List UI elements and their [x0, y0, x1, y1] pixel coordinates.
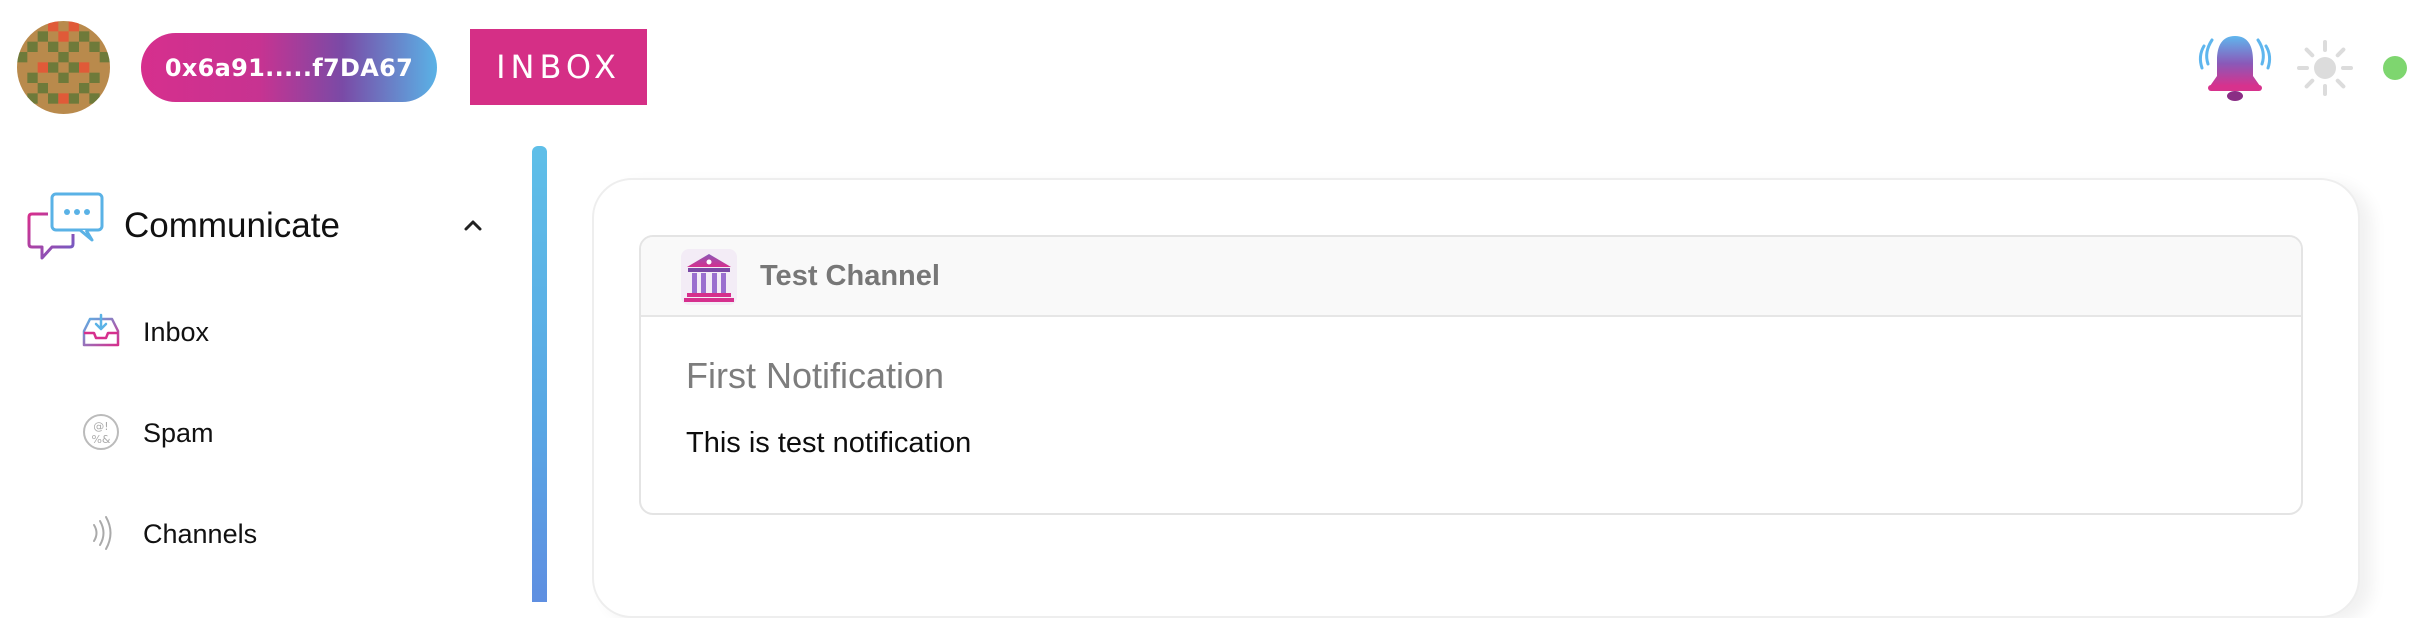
sidebar-scrollbar[interactable]	[532, 146, 547, 602]
notification-card[interactable]: Test Channel First Notification This is …	[639, 235, 2303, 515]
theme-toggle-button[interactable]	[2296, 39, 2354, 97]
bank-building-icon[interactable]	[681, 249, 737, 305]
svg-text:@!: @!	[93, 420, 108, 433]
page-title: INBOX	[496, 48, 621, 86]
notifications-button[interactable]	[2196, 30, 2274, 106]
chevron-up-icon[interactable]	[458, 210, 488, 240]
page-title-badge: INBOX	[470, 29, 647, 105]
sidebar-item-label: Spam	[143, 418, 214, 448]
inbox-panel: Test Channel First Notification This is …	[592, 178, 2360, 618]
bell-icon	[2198, 36, 2272, 101]
avatar[interactable]	[17, 21, 110, 114]
sidebar-item-label: Channels	[143, 519, 258, 549]
sidebar-item-channels[interactable]: Channels	[80, 503, 500, 563]
connection-status-dot	[2383, 56, 2407, 80]
chat-bubbles-icon	[27, 192, 104, 260]
wallet-address-button[interactable]: 0x6a91.....f7DA67	[141, 33, 437, 102]
sidebar-item-label: Inbox	[143, 317, 210, 347]
notification-header: Test Channel	[641, 237, 2301, 317]
top-bar: 0x6a91.....f7DA67 INBOX	[0, 0, 2424, 134]
sidebar-item-inbox[interactable]: Inbox	[80, 301, 500, 361]
svg-text:%&: %&	[91, 433, 110, 446]
sidebar: Communicate Inbox @! %& Spam Channels	[0, 134, 530, 602]
broadcast-icon	[93, 516, 112, 550]
inbox-tray-icon	[82, 313, 120, 347]
identicon-avatar	[17, 21, 110, 114]
sidebar-item-spam[interactable]: @! %& Spam	[80, 402, 500, 462]
communicate-section-toggle[interactable]: Communicate	[26, 186, 496, 266]
notification-title: First Notification	[686, 355, 945, 396]
sun-icon	[2297, 40, 2353, 96]
notification-body: This is test notification	[686, 427, 972, 459]
communicate-section-title: Communicate	[124, 206, 340, 245]
spam-icon: @! %&	[83, 414, 119, 450]
wallet-address-text: 0x6a91.....f7DA67	[164, 53, 414, 82]
channel-name[interactable]: Test Channel	[760, 260, 940, 293]
